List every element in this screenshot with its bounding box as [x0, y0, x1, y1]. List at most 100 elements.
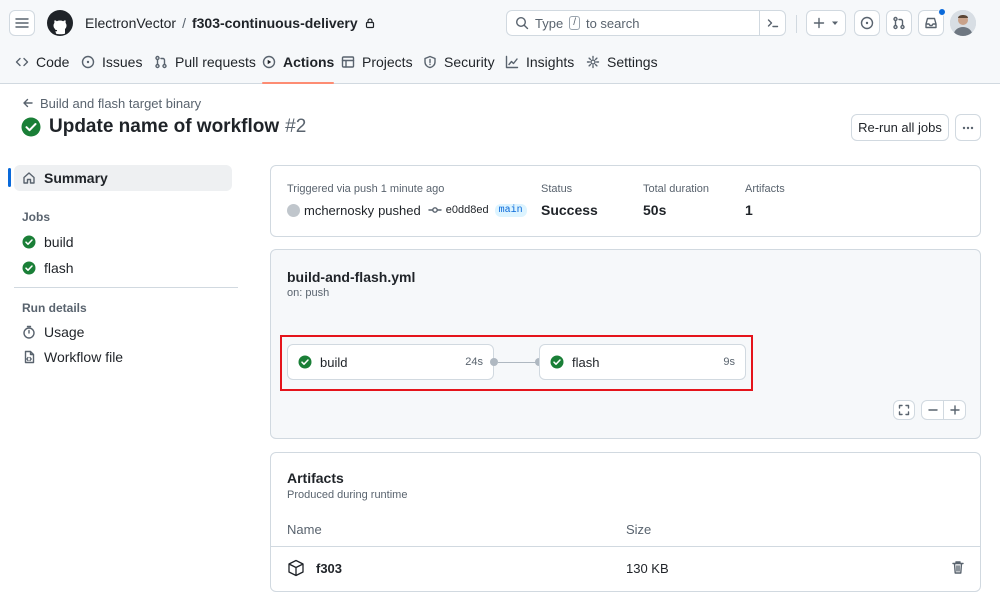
- tab-label: Settings: [607, 54, 658, 70]
- repo-link[interactable]: f303-continuous-delivery: [192, 15, 358, 31]
- github-logo-icon[interactable]: [46, 9, 74, 37]
- back-breadcrumb[interactable]: Build and flash target binary: [22, 95, 201, 111]
- column-header-size: Size: [626, 522, 652, 537]
- issues-button[interactable]: [854, 10, 880, 36]
- menu-button[interactable]: [9, 10, 35, 36]
- table-row: f303 130 KB: [271, 547, 980, 591]
- shield-icon: [424, 55, 436, 69]
- job-connector-line: [498, 361, 536, 363]
- branch-badge[interactable]: main: [494, 203, 527, 217]
- tab-code[interactable]: Code: [15, 44, 69, 80]
- artifacts-title: Artifacts: [287, 470, 344, 486]
- sidebar-item-label: flash: [44, 260, 74, 276]
- search-input[interactable]: Type / to search: [506, 10, 786, 36]
- more-options-button[interactable]: [955, 114, 981, 141]
- inbox-icon: [925, 17, 937, 29]
- sidebar-item-summary[interactable]: Summary: [14, 165, 232, 191]
- inbox-button[interactable]: [918, 8, 946, 36]
- gear-icon: [586, 55, 600, 69]
- tab-label: Insights: [526, 54, 575, 70]
- tab-pull-requests[interactable]: Pull requests: [154, 44, 256, 80]
- user-avatar[interactable]: [950, 10, 976, 36]
- job-node-flash[interactable]: flash 9s: [539, 344, 746, 380]
- check-circle-icon: [550, 355, 564, 369]
- pull-requests-button[interactable]: [886, 10, 912, 36]
- stopwatch-icon: [23, 325, 35, 339]
- run-details-heading: Run details: [22, 301, 87, 315]
- check-circle-icon: [298, 355, 312, 369]
- tab-label: Issues: [102, 54, 143, 70]
- rerun-all-jobs-button[interactable]: Re-run all jobs: [851, 114, 949, 141]
- artifact-size: 130 KB: [626, 561, 669, 576]
- plus-icon: [813, 17, 825, 29]
- repo-breadcrumb: ElectronVector / f303-continuous-deliver…: [85, 14, 376, 32]
- screen-full-icon: [898, 404, 910, 416]
- commit-sha[interactable]: e0dd8ed: [446, 204, 489, 216]
- job-duration: 9s: [723, 356, 735, 368]
- minus-icon: [927, 409, 938, 411]
- run-title: Update name of workflow #2: [21, 116, 306, 138]
- zoom-controls: [921, 400, 966, 420]
- notification-dot: [938, 8, 946, 16]
- job-node-build[interactable]: build 24s: [287, 344, 494, 380]
- file-code-icon: [24, 350, 35, 364]
- header-divider: [796, 15, 797, 33]
- workflow-graph-card: build-and-flash.yml on: push build 24s f…: [270, 249, 981, 439]
- sidebar-item-label: Usage: [44, 324, 85, 340]
- artifacts-count: 1: [745, 202, 753, 218]
- artifact-name-link[interactable]: f303: [316, 561, 342, 576]
- jobs-heading: Jobs: [22, 210, 51, 224]
- search-icon: [515, 16, 529, 30]
- job-name: build: [320, 354, 348, 370]
- search-shortcut-key: /: [569, 16, 580, 30]
- run-title-text: Update name of workflow: [49, 116, 280, 137]
- sidebar-item-flash[interactable]: flash: [14, 255, 232, 281]
- create-new-button[interactable]: [806, 10, 846, 36]
- status-value: Success: [541, 202, 598, 218]
- table-icon: [341, 56, 355, 68]
- sidebar-item-label: Summary: [44, 170, 108, 186]
- sidebar-item-workflow-file[interactable]: Workflow file: [14, 344, 232, 370]
- search-placeholder-prefix: Type: [535, 15, 564, 31]
- tab-actions[interactable]: Actions: [262, 44, 335, 84]
- kebab-horizontal-icon: [962, 126, 974, 129]
- git-pull-request-icon: [155, 55, 167, 69]
- workflow-name-link[interactable]: Build and flash target binary: [40, 96, 201, 111]
- tab-label: Security: [444, 54, 495, 70]
- tab-insights[interactable]: Insights: [505, 44, 574, 80]
- trigger-text: Triggered via push 1 minute ago: [287, 183, 445, 195]
- sidebar-item-usage[interactable]: Usage: [14, 319, 232, 345]
- tab-label: Pull requests: [175, 54, 256, 70]
- fullscreen-button[interactable]: [893, 400, 915, 420]
- column-header-name: Name: [287, 522, 322, 537]
- tab-security[interactable]: Security: [423, 44, 495, 80]
- plus-icon: [949, 405, 960, 415]
- check-circle-icon: [21, 117, 41, 137]
- check-circle-icon: [22, 235, 36, 249]
- active-tab-underline: [262, 82, 335, 84]
- trash-icon[interactable]: [951, 560, 965, 575]
- trigger-detail: mchernosky pushed e0dd8ed main: [287, 202, 527, 218]
- lock-icon: [365, 18, 374, 29]
- tab-issues[interactable]: Issues: [81, 44, 142, 80]
- graph-icon: [505, 55, 519, 69]
- tab-label: Actions: [283, 54, 335, 70]
- tab-settings[interactable]: Settings: [586, 44, 658, 80]
- issue-opened-icon: [860, 16, 874, 30]
- rerun-label: Re-run all jobs: [858, 120, 942, 135]
- tab-label: Code: [36, 54, 70, 70]
- owner-link[interactable]: ElectronVector: [85, 15, 176, 31]
- workflow-trigger: on: push: [287, 287, 330, 299]
- git-commit-icon: [428, 207, 442, 213]
- tab-projects[interactable]: Projects: [341, 44, 413, 80]
- zoom-out-button[interactable]: [922, 405, 943, 415]
- duration-value: 50s: [643, 202, 667, 218]
- git-pull-request-icon: [893, 16, 905, 30]
- command-palette-button[interactable]: [759, 11, 785, 35]
- pusher-username[interactable]: mchernosky: [304, 203, 374, 218]
- artifacts-subtitle: Produced during runtime: [287, 489, 408, 501]
- play-icon: [262, 55, 276, 69]
- sidebar-item-build[interactable]: build: [14, 229, 232, 255]
- run-summary-card: Triggered via push 1 minute ago mchernos…: [270, 165, 981, 237]
- zoom-in-button[interactable]: [944, 405, 965, 415]
